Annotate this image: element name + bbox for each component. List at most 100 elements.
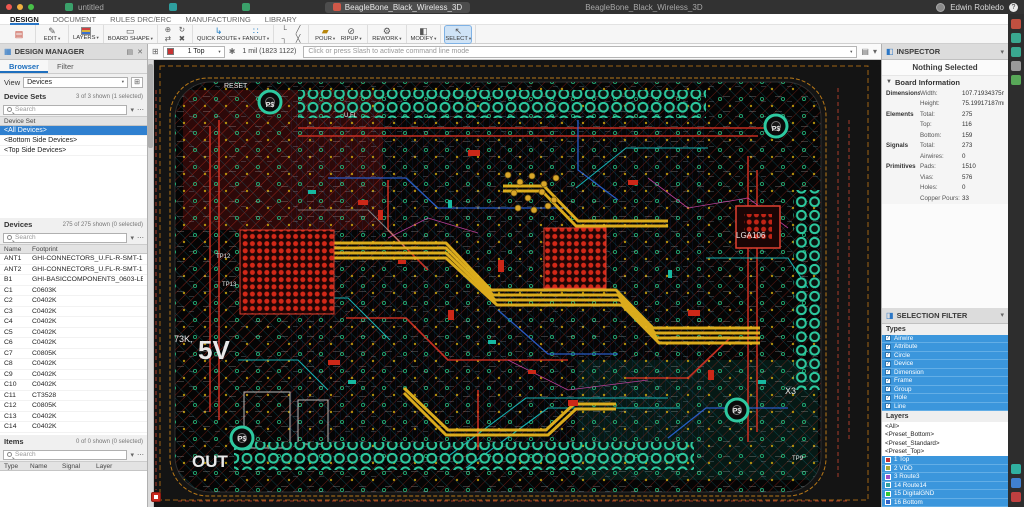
device-set-column-header[interactable]: Device Set	[0, 116, 147, 126]
fanout-button[interactable]: ∷ FANOUT ▾	[242, 26, 269, 43]
checkbox-checked-icon[interactable]: ✓	[885, 377, 891, 384]
grid-settings-icon[interactable]: ⊞	[152, 47, 159, 56]
device-row[interactable]: C6 C0402K	[0, 338, 147, 349]
checkbox-checked-icon[interactable]: ✓	[885, 403, 891, 410]
filter-type-row[interactable]: ✓ Airwire	[882, 334, 1008, 343]
filter-type-row[interactable]: ✓ Dimension	[882, 368, 1008, 377]
filter-layer-row[interactable]: 16 Bottom	[882, 498, 1008, 507]
device-row[interactable]: C7 C0805K	[0, 349, 147, 359]
help-icon[interactable]: ?	[1009, 2, 1018, 12]
command-line-input[interactable]: Click or press Slash to activate command…	[303, 45, 858, 58]
more-options-icon[interactable]: ⋯	[137, 451, 144, 459]
ribbon-tab-library[interactable]: LIBRARY	[265, 14, 297, 25]
sheet-icon[interactable]	[151, 492, 161, 502]
route-corner-button[interactable]: └	[278, 25, 290, 34]
close-icon[interactable]: ✕	[137, 48, 143, 56]
devices-search-input[interactable]: Search	[3, 232, 128, 243]
filter-type-row[interactable]: ✓ Group	[882, 385, 1008, 394]
checkbox-checked-icon[interactable]: ✓	[885, 343, 891, 350]
user-avatar[interactable]	[936, 2, 946, 12]
grid-tool-icon[interactable]	[1011, 47, 1021, 57]
filter-type-row[interactable]: ✓ Attribute	[882, 343, 1008, 352]
items-column-header[interactable]: Type Name Signal Layer	[0, 461, 147, 471]
grid-icon[interactable]: ✱	[229, 47, 236, 56]
checkbox-checked-icon[interactable]: ✓	[885, 369, 891, 376]
more-options-icon[interactable]: ⋯	[137, 106, 144, 114]
device-row[interactable]: C8 C0402K	[0, 359, 147, 370]
doc-tab-active[interactable]: BeagleBone_Black_Wireless_3D	[324, 1, 471, 13]
filter-dropdown-icon[interactable]: ▾	[130, 106, 134, 114]
mirror-button[interactable]: ⇄	[162, 34, 174, 43]
delete-button[interactable]: ✖	[176, 34, 188, 43]
device-row[interactable]: C4 C0402K	[0, 317, 147, 328]
board-shape-button[interactable]: ▭ BOARD SHAPE ▾	[108, 26, 153, 43]
route-bend-button[interactable]: ┐	[278, 34, 290, 43]
edit-button[interactable]: ✎ EDIT ▾	[40, 26, 64, 43]
device-row[interactable]: C12 C0805K	[0, 401, 147, 412]
layer-preset-row[interactable]: <Preset_Bottom>	[882, 430, 1008, 439]
scrollbar-thumb[interactable]	[148, 64, 153, 148]
app-icon[interactable]	[241, 3, 250, 11]
panel-menu-icon[interactable]: ▤	[127, 48, 134, 56]
filter-layer-row[interactable]: 15 DigitalGND	[882, 490, 1008, 499]
device-set-row[interactable]: <Bottom Side Devices>	[0, 136, 147, 146]
checkbox-checked-icon[interactable]: ✓	[885, 394, 891, 401]
close-window-button[interactable]	[6, 4, 12, 10]
dock-record-icon[interactable]	[1011, 492, 1021, 502]
view-select[interactable]: Devices ▾	[23, 76, 128, 88]
board-information-header[interactable]: ▼ Board Information	[882, 76, 1008, 88]
ripup-button[interactable]: ⊘ RIPUP ▾	[339, 26, 363, 43]
move-button[interactable]: ⊕	[162, 25, 174, 34]
canvas-scrollbar[interactable]	[148, 60, 154, 507]
layer-preset-row[interactable]: <Preset_Standard>	[882, 439, 1008, 448]
layers-button[interactable]: LAYERS ▾	[73, 26, 99, 43]
filter-type-row[interactable]: ✓ Device	[882, 360, 1008, 369]
filter-type-row[interactable]: ✓ Frame	[882, 377, 1008, 386]
rework-button[interactable]: ⚙ REWORK ▾	[372, 26, 401, 43]
filter-dropdown-icon[interactable]: ▾	[130, 234, 134, 242]
clipboard-button[interactable]: ▤	[7, 26, 31, 43]
device-row[interactable]: C1 C0603K	[0, 286, 147, 296]
ribbon-tab-manufacturing[interactable]: MANUFACTURING	[185, 14, 250, 25]
device-sets-search-input[interactable]: Search	[3, 104, 128, 115]
device-row[interactable]: C9 C0402K	[0, 370, 147, 380]
filter-layer-row[interactable]: 3 Route3	[882, 473, 1008, 482]
pour-button[interactable]: ▰ POUR ▾	[313, 26, 337, 43]
device-row[interactable]: C3 C0402K	[0, 307, 147, 317]
minimize-window-button[interactable]	[17, 4, 23, 10]
route-x-button[interactable]: ╳	[292, 34, 304, 43]
layer-preset-row[interactable]: <Preset_Top>	[882, 447, 1008, 456]
dock-chat-icon[interactable]	[1011, 464, 1021, 474]
device-row[interactable]: C10 C0402K	[0, 380, 147, 391]
filter-layer-row[interactable]: 1 Top	[882, 456, 1008, 465]
modify-button[interactable]: ◧ MODIFY ▾	[411, 26, 437, 43]
device-row[interactable]: C14 C0402K	[0, 422, 147, 433]
chevron-down-icon[interactable]: ▾	[873, 47, 877, 56]
filter-type-row[interactable]: ✓ Line	[882, 402, 1008, 411]
dock-files-icon[interactable]	[1011, 478, 1021, 488]
rotate-button[interactable]: ↻	[176, 25, 188, 34]
history-icon[interactable]: ▤	[861, 47, 869, 56]
doc-tab-secondary[interactable]: BeagleBone_Black_Wireless_3D	[585, 3, 702, 12]
checkbox-checked-icon[interactable]: ✓	[885, 335, 891, 342]
view-tool-icon[interactable]	[1011, 75, 1021, 85]
snap-tool-icon[interactable]	[1011, 61, 1021, 71]
device-row[interactable]: ANT2 GHI-CONNECTORS_U.FL-R-SMT-1	[0, 265, 147, 275]
app-icon[interactable]	[168, 3, 177, 11]
filter-type-row[interactable]: ✓ Hole	[882, 394, 1008, 403]
filter-layer-row[interactable]: 2 VDD	[882, 464, 1008, 473]
view-options-button[interactable]: ⊞	[131, 76, 143, 88]
filter-type-row[interactable]: ✓ Circle	[882, 351, 1008, 360]
device-row[interactable]: C2 C0402K	[0, 296, 147, 307]
device-row[interactable]: ANT1 GHI-CONNECTORS_U.FL-R-SMT-1	[0, 254, 147, 265]
collapse-panel-icon[interactable]: ▾	[1000, 311, 1004, 319]
move-tool-icon[interactable]	[1011, 19, 1021, 29]
active-layer-select[interactable]: 1 Top ▾	[162, 45, 225, 58]
zoom-window-button[interactable]	[28, 4, 34, 10]
device-row[interactable]: B1 GHI-BASICCOMPONENTS_0603-LED	[0, 275, 147, 286]
collapse-panel-icon[interactable]: ▾	[1000, 48, 1004, 56]
checkbox-checked-icon[interactable]: ✓	[885, 386, 891, 393]
device-set-row[interactable]: <Top Side Devices>	[0, 146, 147, 156]
tab-browser[interactable]: Browser	[0, 60, 49, 73]
app-icon[interactable]	[65, 3, 73, 11]
